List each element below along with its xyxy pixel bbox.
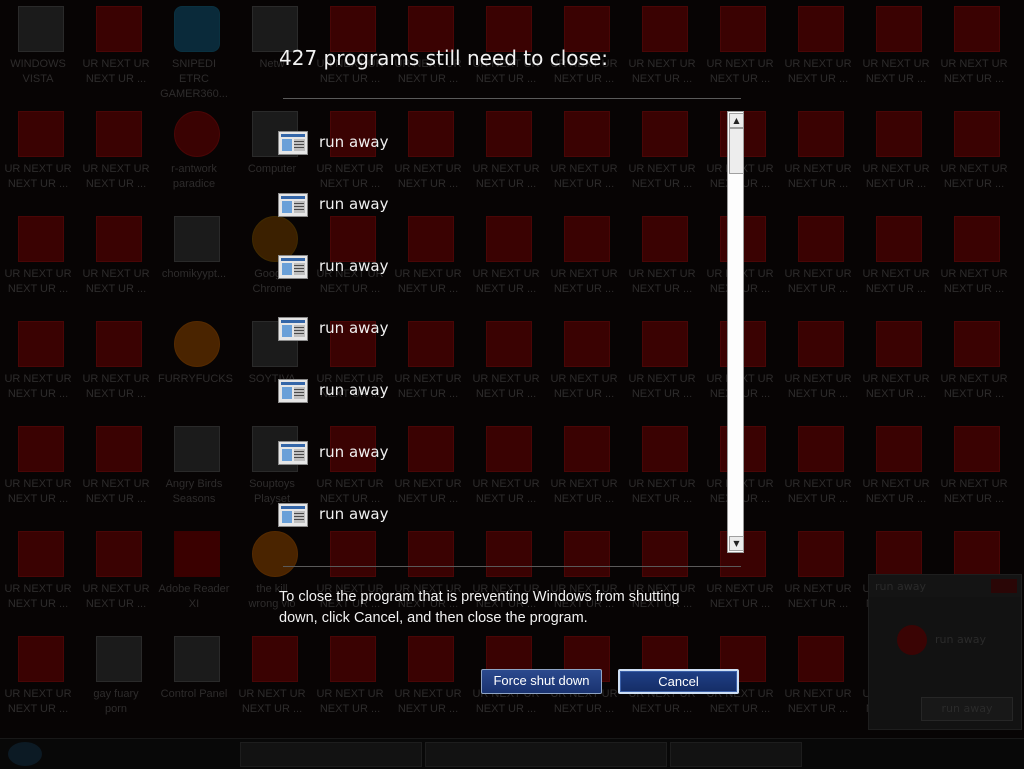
program-name: run away: [319, 195, 389, 213]
program-list: run away run away run away run away run away…: [278, 112, 726, 554]
program-name: run away: [319, 133, 389, 151]
list-item: run away: [278, 131, 718, 161]
program-window-icon: [278, 255, 308, 279]
list-item: run away: [278, 379, 718, 409]
program-window-icon: [278, 503, 308, 527]
program-window-icon: [278, 193, 308, 217]
shutdown-screen: 427 programs still need to close: run aw…: [0, 0, 1024, 768]
program-name: run away: [319, 381, 389, 399]
divider: [283, 566, 741, 567]
instruction-text: To close the program that is preventing …: [279, 589, 680, 626]
scroll-up-arrow-icon[interactable]: ▲: [729, 113, 744, 128]
scroll-thumb[interactable]: [729, 128, 744, 174]
force-shut-down-button[interactable]: Force shut down: [481, 669, 602, 694]
list-item: run away: [278, 255, 718, 285]
program-name: run away: [319, 443, 389, 461]
list-item: run away: [278, 441, 718, 471]
list-item: run away: [278, 193, 718, 223]
program-name: run away: [319, 505, 389, 523]
program-name: run away: [319, 257, 389, 275]
program-window-icon: [278, 441, 308, 465]
list-item: run away: [278, 503, 718, 533]
scroll-down-arrow-icon[interactable]: ▼: [729, 536, 744, 551]
list-scrollbar[interactable]: ▲ ▼: [727, 111, 744, 553]
divider: [283, 98, 741, 99]
program-window-icon: [278, 379, 308, 403]
cancel-button[interactable]: Cancel: [618, 669, 739, 694]
list-item: run away: [278, 317, 718, 347]
page-title: 427 programs still need to close:: [279, 46, 608, 70]
program-window-icon: [278, 131, 308, 155]
program-window-icon: [278, 317, 308, 341]
program-name: run away: [319, 319, 389, 337]
